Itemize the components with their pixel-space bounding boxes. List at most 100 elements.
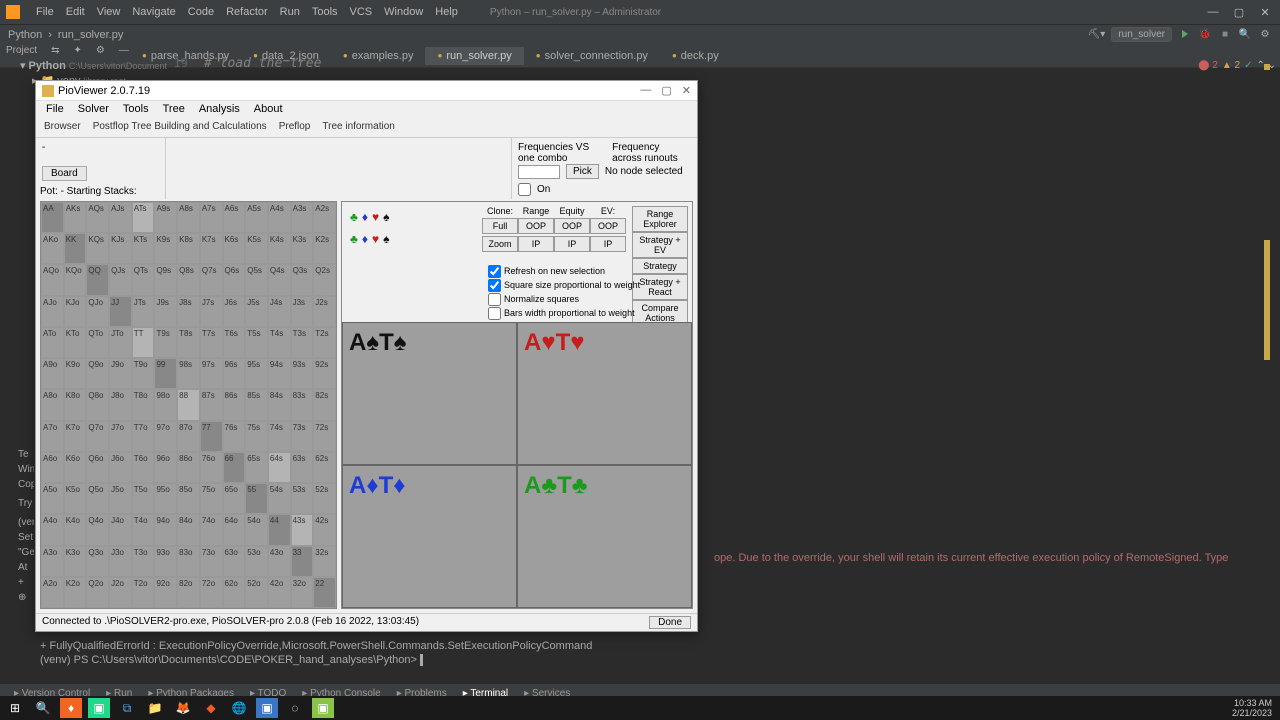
breadcrumb-file[interactable]: run_solver.py [58, 29, 123, 41]
hand-cell[interactable]: 62s [313, 452, 336, 483]
hand-cell[interactable]: 86o [177, 452, 200, 483]
hand-cell[interactable]: J7o [109, 421, 132, 452]
hand-cell[interactable]: JTo [109, 327, 132, 358]
hand-cell[interactable]: T2s [313, 327, 336, 358]
hand-cell[interactable]: 76o [200, 452, 223, 483]
hand-cell[interactable]: T6s [223, 327, 246, 358]
hand-cell[interactable]: JJ [109, 296, 132, 327]
combo-heart[interactable]: A♥T♥ [517, 322, 692, 465]
hand-cell[interactable]: J5s [245, 296, 268, 327]
hand-cell[interactable]: J4s [268, 296, 291, 327]
hand-cell[interactable]: K4s [268, 233, 291, 264]
hand-cell[interactable]: 97o [154, 421, 177, 452]
hand-cell[interactable]: ATs [132, 202, 155, 233]
hand-cell[interactable]: AKs [64, 202, 87, 233]
checkbox[interactable] [488, 279, 501, 292]
done-button[interactable]: Done [649, 616, 691, 629]
hand-cell[interactable]: JTs [132, 296, 155, 327]
hand-cell[interactable]: T7s [200, 327, 223, 358]
vscode-icon[interactable]: ⧉ [116, 698, 138, 718]
combo-input[interactable] [518, 165, 560, 179]
hand-cell[interactable]: T3o [132, 546, 155, 577]
hand-cell[interactable]: K8s [177, 233, 200, 264]
hand-cell[interactable]: QTo [86, 327, 109, 358]
hand-cell[interactable]: 95o [154, 483, 177, 514]
terminal-prompt[interactable]: (venv) PS C:\Users\vitor\Documents\CODE\… [40, 654, 423, 666]
spade-icon[interactable]: ♠ [383, 232, 389, 246]
hand-cell[interactable]: J9s [154, 296, 177, 327]
breadcrumb-project[interactable]: Python [8, 29, 42, 41]
hand-cell[interactable]: 96o [154, 452, 177, 483]
start-icon[interactable]: ⊞ [4, 698, 26, 718]
hand-cell[interactable]: KJo [64, 296, 87, 327]
hand-cell[interactable]: 64o [223, 514, 246, 545]
hand-cell[interactable]: Q5o [86, 483, 109, 514]
pick-button[interactable]: Pick [566, 164, 599, 179]
hand-cell[interactable]: A5o [41, 483, 64, 514]
project-root[interactable]: ▾ Python C:\Users\vitor\Document [18, 58, 148, 73]
pio-tab[interactable]: Tree information [322, 121, 394, 135]
pycharm-icon[interactable]: ▣ [88, 698, 110, 718]
run-config-select[interactable]: run_solver [1111, 27, 1172, 42]
hand-cell[interactable]: KQo [64, 264, 87, 295]
club-icon[interactable]: ♣ [350, 210, 358, 224]
hand-cell[interactable]: KQs [86, 233, 109, 264]
hand-cell[interactable]: T3s [291, 327, 314, 358]
hand-cell[interactable]: 74o [200, 514, 223, 545]
hand-cell[interactable]: 65s [245, 452, 268, 483]
hand-cell[interactable]: T9s [154, 327, 177, 358]
hand-cell[interactable]: A6o [41, 452, 64, 483]
hand-cell[interactable]: J4o [109, 514, 132, 545]
app-icon[interactable]: ♦ [60, 698, 82, 718]
hand-cell[interactable]: 93o [154, 546, 177, 577]
settings-icon[interactable]: ⚙ [1258, 27, 1272, 41]
hand-cell[interactable]: Q2o [86, 577, 109, 608]
hand-cell[interactable]: 98o [154, 389, 177, 420]
app-icon[interactable]: ▣ [256, 698, 278, 718]
pio-menu-item[interactable]: About [254, 103, 283, 117]
hand-cell[interactable]: 88 [177, 389, 200, 420]
option-check[interactable]: Square size proportional to weight [488, 279, 640, 292]
hand-cell[interactable]: J5o [109, 483, 132, 514]
hand-cell[interactable]: 85o [177, 483, 200, 514]
oop-range-button[interactable]: OOP [518, 218, 554, 234]
project-label[interactable]: Project [2, 44, 41, 57]
hand-cell[interactable]: T5s [245, 327, 268, 358]
hand-cell[interactable]: KTs [132, 233, 155, 264]
hand-cell[interactable]: 55 [245, 483, 268, 514]
hand-cell[interactable]: K6s [223, 233, 246, 264]
hand-cell[interactable]: AA [41, 202, 64, 233]
hand-cell[interactable]: A2o [41, 577, 64, 608]
hand-cell[interactable]: KTo [64, 327, 87, 358]
hand-cell[interactable]: J2o [109, 577, 132, 608]
hand-cell[interactable]: A6s [223, 202, 246, 233]
diamond-icon[interactable]: ♦ [362, 232, 368, 246]
hand-cell[interactable]: 44 [268, 514, 291, 545]
pio-tab[interactable]: Browser [44, 121, 81, 135]
gear-icon[interactable]: ⚙ [92, 44, 109, 57]
app-icon[interactable]: ▣ [312, 698, 334, 718]
oop-ev-button[interactable]: OOP [590, 218, 626, 234]
hand-cell[interactable]: 75s [245, 421, 268, 452]
firefox-icon[interactable]: 🦊 [172, 698, 194, 718]
close-icon[interactable]: ✕ [1256, 6, 1274, 19]
ip-ev-button[interactable]: IP [590, 236, 626, 252]
run-icon[interactable] [1178, 27, 1192, 41]
hand-cell[interactable]: 22 [313, 577, 336, 608]
hand-cell[interactable]: K7s [200, 233, 223, 264]
pio-menu-item[interactable]: Analysis [199, 103, 240, 117]
hand-cell[interactable]: Q9o [86, 358, 109, 389]
clock[interactable]: 10:33 AM2/21/2023 [1232, 698, 1276, 718]
hand-cell[interactable]: A7o [41, 421, 64, 452]
hand-cell[interactable]: A3o [41, 546, 64, 577]
hand-cell[interactable]: 42o [268, 577, 291, 608]
hand-cell[interactable]: 33 [291, 546, 314, 577]
hand-cell[interactable]: AQs [86, 202, 109, 233]
hand-cell[interactable]: A5s [245, 202, 268, 233]
app-icon[interactable]: ◌ [284, 698, 306, 718]
hand-cell[interactable]: 96s [223, 358, 246, 389]
hand-cell[interactable]: Q7s [200, 264, 223, 295]
menu-code[interactable]: Code [188, 6, 214, 18]
on-checkbox[interactable] [518, 183, 531, 196]
hand-cell[interactable]: 95s [245, 358, 268, 389]
